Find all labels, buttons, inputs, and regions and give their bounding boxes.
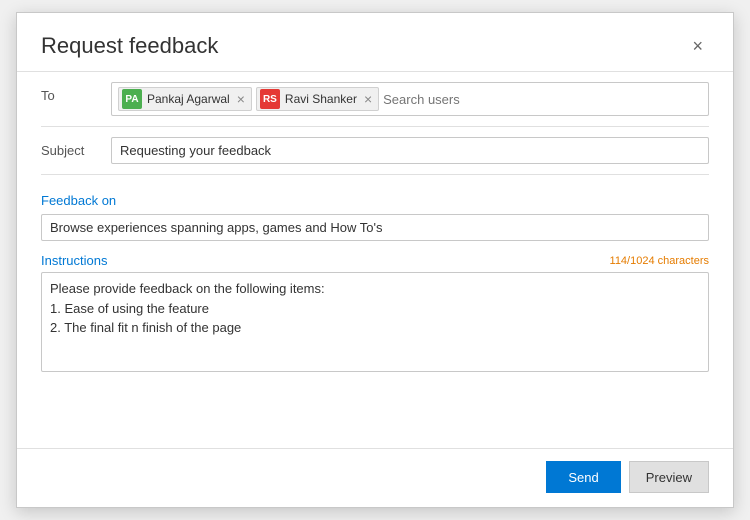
subject-label: Subject: [41, 137, 111, 158]
close-button[interactable]: ×: [686, 35, 709, 57]
subject-field-row: Subject: [41, 127, 709, 175]
feedback-on-section: Feedback on: [41, 175, 709, 245]
user-tag-rs: RS Ravi Shanker ×: [256, 87, 379, 111]
dialog-footer: Send Preview: [17, 448, 733, 507]
to-field-content: PA Pankaj Agarwal × RS Ravi Shanker ×: [111, 82, 709, 116]
instructions-textarea[interactable]: Please provide feedback on the following…: [41, 272, 709, 372]
to-label: To: [41, 82, 111, 103]
subject-field-content: [111, 137, 709, 164]
instructions-section: Instructions 114/1024 characters Please …: [41, 245, 709, 381]
subject-input[interactable]: [111, 137, 709, 164]
remove-user-pa[interactable]: ×: [237, 92, 245, 106]
user-tag-pa: PA Pankaj Agarwal ×: [118, 87, 252, 111]
avatar-rs: RS: [260, 89, 280, 109]
feedback-on-label: Feedback on: [41, 183, 709, 214]
remove-user-rs[interactable]: ×: [364, 92, 372, 106]
feedback-on-input[interactable]: [41, 214, 709, 241]
instructions-label: Instructions: [41, 253, 107, 268]
send-button[interactable]: Send: [546, 461, 620, 493]
request-feedback-dialog: Request feedback × To PA Pankaj Agarwal …: [16, 12, 734, 508]
avatar-pa: PA: [122, 89, 142, 109]
char-count: 114/1024 characters: [610, 255, 709, 267]
search-users-input[interactable]: [383, 90, 559, 109]
dialog-header: Request feedback ×: [17, 13, 733, 71]
user-name-rs: Ravi Shanker: [285, 92, 357, 106]
to-field-row: To PA Pankaj Agarwal × RS Ravi Shanker ×: [41, 72, 709, 127]
instructions-header: Instructions 114/1024 characters: [41, 253, 709, 268]
preview-button[interactable]: Preview: [629, 461, 709, 493]
to-input-area[interactable]: PA Pankaj Agarwal × RS Ravi Shanker ×: [111, 82, 709, 116]
form-area: To PA Pankaj Agarwal × RS Ravi Shanker ×: [17, 72, 733, 448]
dialog-title: Request feedback: [41, 33, 218, 59]
user-name-pa: Pankaj Agarwal: [147, 92, 230, 106]
